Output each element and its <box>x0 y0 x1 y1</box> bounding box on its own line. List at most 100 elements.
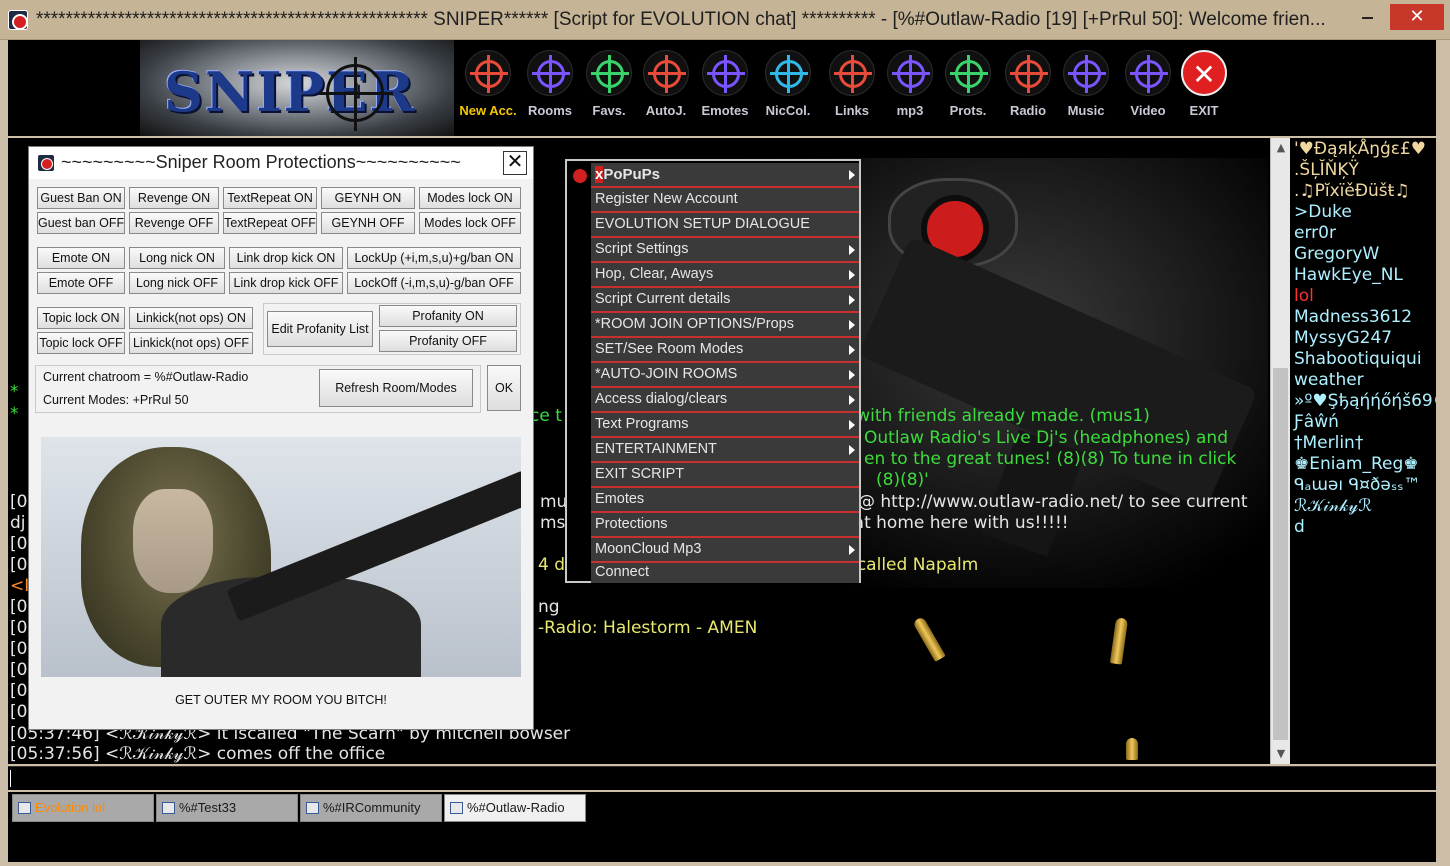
emote-off-button[interactable]: Emote OFF <box>37 272 125 294</box>
linkick-not-ops-off-button[interactable]: Linkick(not ops) OFF <box>129 332 253 354</box>
lockup-i-m-s-u-g-ban-on-button[interactable]: LockUp (+i,m,s,u)+g/ban ON <box>347 247 521 269</box>
nick-list-item[interactable]: d <box>1294 517 1305 537</box>
textrepeat-off-button[interactable]: TextRepeat OFF <box>223 212 317 234</box>
menu-item-exit-script[interactable]: EXIT SCRIPT <box>591 463 859 488</box>
menu-item-access-dialog-clears[interactable]: Access dialog/clears <box>591 388 859 413</box>
nick-list-item[interactable]: err0r <box>1294 223 1336 243</box>
window-tab-test33[interactable]: %#Test33 <box>156 794 298 822</box>
toolbar-button-music[interactable]: Music <box>1056 48 1116 128</box>
toolbar-button-rooms[interactable]: Rooms <box>520 48 580 128</box>
toolbar-button-autoj[interactable]: AutoJ. <box>636 48 696 128</box>
toolbar-button-links[interactable]: Links <box>822 48 882 128</box>
nick-list-item[interactable]: Shabootiquiqui <box>1294 349 1422 369</box>
chat-line: [0 <box>10 639 28 659</box>
toolbar-button-video[interactable]: Video <box>1118 48 1178 128</box>
toolbar-button-prots[interactable]: Prots. <box>938 48 998 128</box>
toolbar-button-label: Prots. <box>949 103 987 118</box>
chat-scrollbar[interactable]: ▲ ▼ <box>1270 138 1290 764</box>
nick-list-item[interactable]: ᑫₐɯǝı ᑫ¤ðǝₛₛ™ <box>1294 475 1421 495</box>
menu-item-protections[interactable]: Protections <box>591 513 859 538</box>
modes-lock-on-button[interactable]: Modes lock ON <box>419 187 521 209</box>
close-window-button[interactable]: ✕ <box>1390 4 1444 30</box>
nick-list[interactable]: '♥ĐąяķÅŋģɛ£♥ .ŠĻĬŇĶŸ .♫PĭxïěĐüšŧ♫ >Duke err0… <box>1290 138 1436 764</box>
geynh-off-button[interactable]: GEYNH OFF <box>321 212 415 234</box>
nick-list-item[interactable]: HawkEye_NL <box>1294 265 1403 285</box>
emote-on-button[interactable]: Emote ON <box>37 247 125 269</box>
menu-item-set-see-room-modes[interactable]: SET/See Room Modes <box>591 338 859 363</box>
menu-item-auto-join-rooms[interactable]: *AUTO-JOIN ROOMS <box>591 363 859 388</box>
minimize-button[interactable] <box>1346 4 1388 30</box>
toolbar-button-radio[interactable]: Radio <box>998 48 1058 128</box>
long-nick-on-button[interactable]: Long nick ON <box>129 247 225 269</box>
menu-item-text-programs[interactable]: Text Programs <box>591 413 859 438</box>
dialog-close-button[interactable]: ✕ <box>503 151 527 175</box>
nick-list-item[interactable]: Ƒâŵń <box>1294 412 1339 432</box>
nick-list-item[interactable]: .ŠĻĬŇĶŸ <box>1294 160 1359 180</box>
scroll-down-icon[interactable]: ▼ <box>1271 744 1291 764</box>
menu-item-evolution-setup-dialogue[interactable]: EVOLUTION SETUP DIALOGUE <box>591 213 859 238</box>
edit-profanity-list-button[interactable]: Edit Profanity List <box>267 311 373 347</box>
refresh-room-modes-button[interactable]: Refresh Room/Modes <box>319 369 473 407</box>
menu-item-connect[interactable]: Connect <box>591 563 859 583</box>
nick-list-item[interactable]: .♫PĭxïěĐüšŧ♫ <box>1294 181 1410 201</box>
submenu-arrow-icon <box>849 395 855 405</box>
app-icon[interactable] <box>8 10 28 30</box>
toolbar-button-emotes[interactable]: Emotes <box>695 48 755 128</box>
scroll-up-icon[interactable]: ▲ <box>1271 138 1291 158</box>
menu-item-label: *AUTO-JOIN ROOMS <box>595 366 738 382</box>
ok-button[interactable]: OK <box>487 365 521 411</box>
nick-list-item[interactable]: GregoryW <box>1294 244 1379 264</box>
menu-item-room-join-options-props[interactable]: *ROOM JOIN OPTIONS/Props <box>591 313 859 338</box>
guest-ban-off-button[interactable]: Guest ban OFF <box>37 212 125 234</box>
menu-item-script-settings[interactable]: Script Settings <box>591 238 859 263</box>
toolbar-button-mp3[interactable]: mp3 <box>880 48 940 128</box>
nick-list-item[interactable]: MyssyG247 <box>1294 328 1392 348</box>
nick-list-item[interactable]: ♚Eniam_Reg♚ <box>1294 454 1419 474</box>
linkick-not-ops-on-button[interactable]: Linkick(not ops) ON <box>129 307 253 329</box>
window-tab-outlaw-radio[interactable]: %#Outlaw-Radio <box>444 794 586 822</box>
revenge-on-button[interactable]: Revenge ON <box>129 187 219 209</box>
link-drop-kick-on-button[interactable]: Link drop kick ON <box>229 247 343 269</box>
nick-list-item[interactable]: '♥ĐąяķÅŋģɛ£♥ <box>1294 139 1426 159</box>
menu-item-hop-clear-aways[interactable]: Hop, Clear, Aways <box>591 263 859 288</box>
nick-list-item[interactable]: >Duke <box>1294 202 1352 222</box>
nick-list-item[interactable]: ℛ𝒦𝒾𝓃𝓀𝓎ℛ <box>1294 496 1372 516</box>
nick-list-item[interactable]: †Merlin† <box>1294 433 1363 453</box>
chat-input[interactable] <box>8 766 1436 790</box>
lockoff-i-m-s-u-g-ban-off-button[interactable]: LockOff (-i,m,s,u)-g/ban OFF <box>347 272 521 294</box>
guest-ban-on-button[interactable]: Guest Ban ON <box>37 187 125 209</box>
window-tab-evolution-lol[interactable]: Evolution lol <box>12 794 154 822</box>
window-tab-icon <box>450 802 463 814</box>
geynh-on-button[interactable]: GEYNH ON <box>321 187 415 209</box>
modes-lock-off-button[interactable]: Modes lock OFF <box>419 212 521 234</box>
textrepeat-on-button[interactable]: TextRepeat ON <box>223 187 317 209</box>
menu-item-register-new-account[interactable]: Register New Account <box>591 188 859 213</box>
toolbar-button-exit[interactable]: ✕ EXIT <box>1174 48 1234 128</box>
topic-lock-on-button[interactable]: Topic lock ON <box>37 307 125 329</box>
toolbar-button-favs[interactable]: Favs. <box>579 48 639 128</box>
revenge-off-button[interactable]: Revenge OFF <box>129 212 219 234</box>
nick-list-item[interactable]: Madness3612 <box>1294 307 1412 327</box>
window-tab-ircommunity[interactable]: %#IRCommunity <box>300 794 442 822</box>
topic-lock-off-button[interactable]: Topic lock OFF <box>37 332 125 354</box>
crosshair-bar <box>648 72 686 75</box>
long-nick-off-button[interactable]: Long nick OFF <box>129 272 225 294</box>
menu-item-mooncloud-mp3[interactable]: MoonCloud Mp3 <box>591 538 859 563</box>
menu-item-script-current-details[interactable]: Script Current details <box>591 288 859 313</box>
link-drop-kick-off-button[interactable]: Link drop kick OFF <box>229 272 343 294</box>
crosshair-bar <box>892 72 930 75</box>
menu-item-label: Script Settings <box>595 241 689 257</box>
nick-list-item[interactable]: »º♥Şђąήήőήš69© <box>1294 391 1436 411</box>
menu-item-popups[interactable]: xPoPuPs <box>591 163 859 188</box>
menu-item-entertainment[interactable]: ENTERTAINMENT <box>591 438 859 463</box>
profanity-off-button[interactable]: Profanity OFF <box>379 330 517 352</box>
menu-item-emotes[interactable]: Emotes <box>591 488 859 513</box>
profanity-on-button[interactable]: Profanity ON <box>379 305 517 327</box>
dialog-title-bar[interactable]: ~~~~~~~~~Sniper Room Protections~~~~~~~~… <box>29 147 533 179</box>
toolbar-button-new-acc[interactable]: New Acc. <box>458 48 518 128</box>
toolbar-button-niccol[interactable]: NicCol. <box>758 48 818 128</box>
scrollbar-thumb[interactable] <box>1273 368 1288 740</box>
nick-list-item[interactable]: weather <box>1294 370 1364 390</box>
nick-list-item[interactable]: lol <box>1294 286 1314 306</box>
title-bar[interactable]: ****************************************… <box>0 0 1450 40</box>
